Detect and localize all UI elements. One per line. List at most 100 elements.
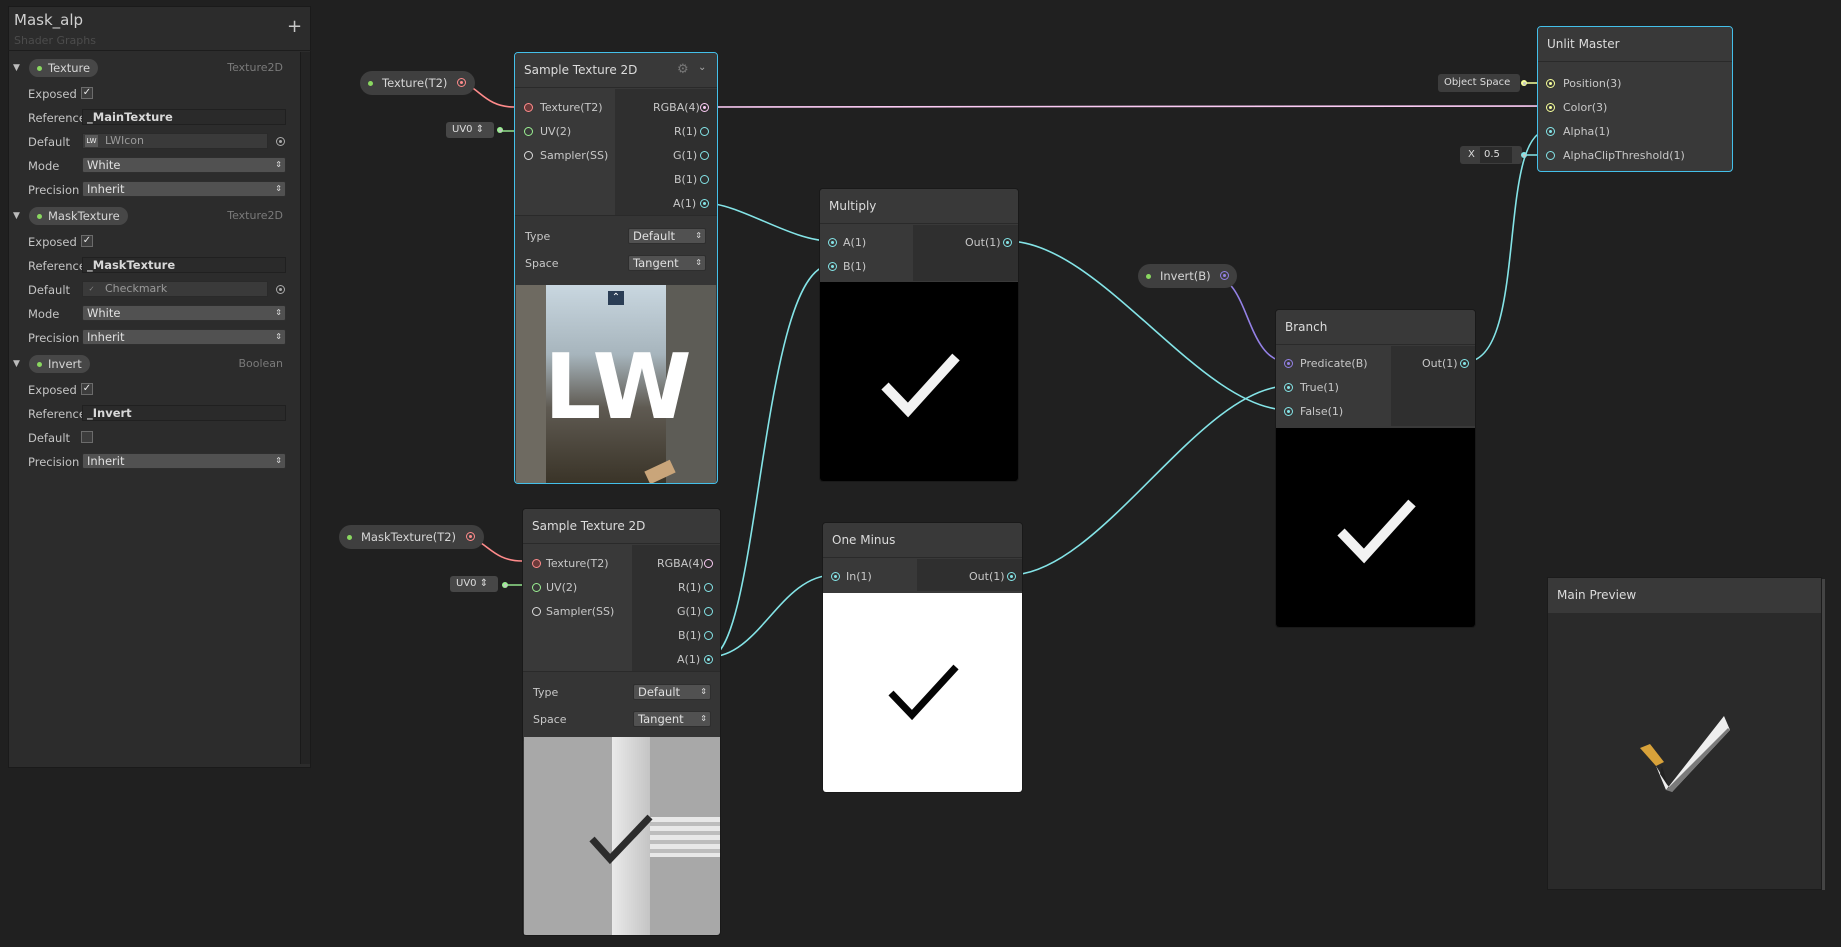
port-label: A(1) — [843, 236, 867, 249]
port-label: Texture(T2) — [540, 101, 603, 114]
output-port-icon[interactable] — [704, 631, 713, 640]
blackboard-scrollbar[interactable] — [300, 52, 310, 764]
reference-field[interactable]: _MainTexture — [82, 109, 286, 125]
branch-node[interactable]: Branch Predicate(B) True(1) False(1) Out… — [1275, 309, 1476, 628]
precision-dropdown[interactable]: Inherit — [82, 453, 286, 469]
type-dropdown[interactable]: Default — [633, 684, 711, 700]
main-preview-resize-handle[interactable] — [1822, 579, 1825, 890]
masktexture-property-node[interactable]: MaskTexture(T2) — [339, 525, 485, 549]
output-port-icon[interactable] — [700, 175, 709, 184]
input-port-icon[interactable] — [1546, 79, 1555, 88]
output-port-icon[interactable] — [1007, 572, 1016, 581]
output-port-icon[interactable] — [704, 655, 713, 664]
preview-pillar — [516, 285, 546, 483]
property-pill-masktexture[interactable]: MaskTexture — [29, 207, 128, 225]
space-dropdown[interactable]: Tangent — [633, 711, 711, 727]
output-port-icon[interactable] — [700, 127, 709, 136]
output-port-icon[interactable] — [700, 151, 709, 160]
input-port-icon[interactable] — [828, 238, 837, 247]
property-type: Texture2D — [227, 61, 283, 74]
expand-caret-icon[interactable]: ▼ — [13, 359, 20, 369]
expand-caret-icon[interactable]: ▼ — [13, 63, 20, 73]
input-port-icon[interactable] — [524, 151, 533, 160]
default-texture-field[interactable]: ✓ Checkmark — [82, 281, 268, 297]
preview-3d-checkmark-icon — [1640, 716, 1730, 792]
input-port-icon[interactable] — [524, 127, 533, 136]
precision-dropdown[interactable]: Inherit — [82, 329, 286, 345]
property-name: Texture — [48, 61, 91, 75]
exposed-checkbox[interactable]: ✓ — [81, 383, 93, 395]
uv-channel-field[interactable]: UV0 ⇕ — [446, 122, 494, 138]
exposed-checkbox[interactable]: ✓ — [81, 87, 93, 99]
port-label: UV(2) — [546, 581, 578, 594]
texture-property-node[interactable]: Texture(T2) — [360, 71, 476, 95]
reference-field[interactable]: _MaskTexture — [82, 257, 286, 273]
input-port-icon[interactable] — [532, 559, 541, 568]
precision-dropdown[interactable]: Inherit — [82, 181, 286, 197]
position-connector-icon — [1521, 80, 1527, 86]
sample-texture-node-1[interactable]: Sample Texture 2D ⚙ ⌄ Texture(T2) UV(2) … — [514, 52, 718, 484]
reference-field[interactable]: _Invert — [82, 405, 286, 421]
multiply-node[interactable]: Multiply A(1) B(1) Out(1) — [819, 188, 1019, 482]
default-texture-field[interactable]: LW LWIcon — [82, 133, 268, 149]
output-port-icon[interactable] — [1219, 271, 1229, 280]
type-dropdown[interactable]: Default — [628, 228, 706, 244]
collapse-preview-icon[interactable]: ⌃ — [608, 291, 624, 305]
object-space-field[interactable]: Object Space — [1438, 74, 1520, 92]
node-preview: ⌃ LW — [516, 285, 716, 483]
alpha-clip-field[interactable]: X 0.5 — [1460, 146, 1522, 164]
port-label: Texture(T2) — [546, 557, 609, 570]
output-port-icon[interactable] — [457, 78, 467, 87]
input-port-icon[interactable] — [1546, 103, 1555, 112]
mode-dropdown[interactable]: White — [82, 157, 286, 173]
port-label: G(1) — [677, 605, 702, 618]
input-port-icon[interactable] — [1284, 383, 1293, 392]
uv-channel-field[interactable]: UV0 ⇕ — [450, 576, 498, 592]
output-port-icon[interactable] — [1460, 359, 1469, 368]
output-port-icon[interactable] — [466, 532, 476, 541]
preview-stripe — [650, 817, 720, 857]
output-port-icon[interactable] — [704, 607, 713, 616]
port-label: UV(2) — [540, 125, 572, 138]
port-label: False(1) — [1300, 405, 1344, 418]
invert-property-node[interactable]: Invert(B) — [1138, 264, 1237, 288]
property-pill-texture[interactable]: Texture — [29, 59, 99, 77]
property-dot-icon — [1146, 274, 1151, 279]
mode-dropdown[interactable]: White — [82, 305, 286, 321]
port-label: Out(1) — [969, 570, 1005, 583]
port-label: Color(3) — [1563, 101, 1608, 114]
input-port-icon[interactable] — [828, 262, 837, 271]
property-pill-invert[interactable]: Invert — [29, 355, 90, 373]
gear-icon[interactable]: ⚙ — [677, 62, 689, 77]
threshold-value[interactable]: 0.5 — [1480, 147, 1512, 163]
add-property-button[interactable]: + — [287, 18, 302, 36]
output-port-icon[interactable] — [700, 199, 709, 208]
output-port-icon[interactable] — [1003, 238, 1012, 247]
space-dropdown[interactable]: Tangent — [628, 255, 706, 271]
node-title: Multiply — [829, 199, 877, 213]
exposed-checkbox[interactable]: ✓ — [81, 235, 93, 247]
object-picker-icon[interactable] — [276, 137, 285, 146]
input-port-icon[interactable] — [1284, 359, 1293, 368]
input-port-icon[interactable] — [831, 572, 840, 581]
sample-texture-node-2[interactable]: Sample Texture 2D Texture(T2) UV(2) Samp… — [522, 508, 721, 936]
input-port-icon[interactable] — [532, 607, 541, 616]
output-port-icon[interactable] — [700, 103, 709, 112]
one-minus-node[interactable]: One Minus In(1) Out(1) — [822, 522, 1023, 793]
chevron-down-icon[interactable]: ⌄ — [698, 62, 706, 73]
unlit-master-node[interactable]: Unlit Master Position(3) Color(3) Alpha(… — [1537, 26, 1733, 172]
output-port-icon[interactable] — [704, 559, 713, 568]
object-picker-icon[interactable] — [276, 285, 285, 294]
input-port-icon[interactable] — [1284, 407, 1293, 416]
default-texture-value: Checkmark — [105, 282, 168, 295]
edge-sample1a-to-multiply-a — [703, 202, 832, 242]
default-checkbox[interactable] — [81, 431, 93, 443]
input-port-icon[interactable] — [1546, 127, 1555, 136]
port-label: R(1) — [678, 581, 702, 594]
input-port-icon[interactable] — [532, 583, 541, 592]
reference-label: Reference — [28, 407, 86, 421]
output-port-icon[interactable] — [704, 583, 713, 592]
input-port-icon[interactable] — [1546, 151, 1555, 160]
input-port-icon[interactable] — [524, 103, 533, 112]
expand-caret-icon[interactable]: ▼ — [13, 211, 20, 221]
